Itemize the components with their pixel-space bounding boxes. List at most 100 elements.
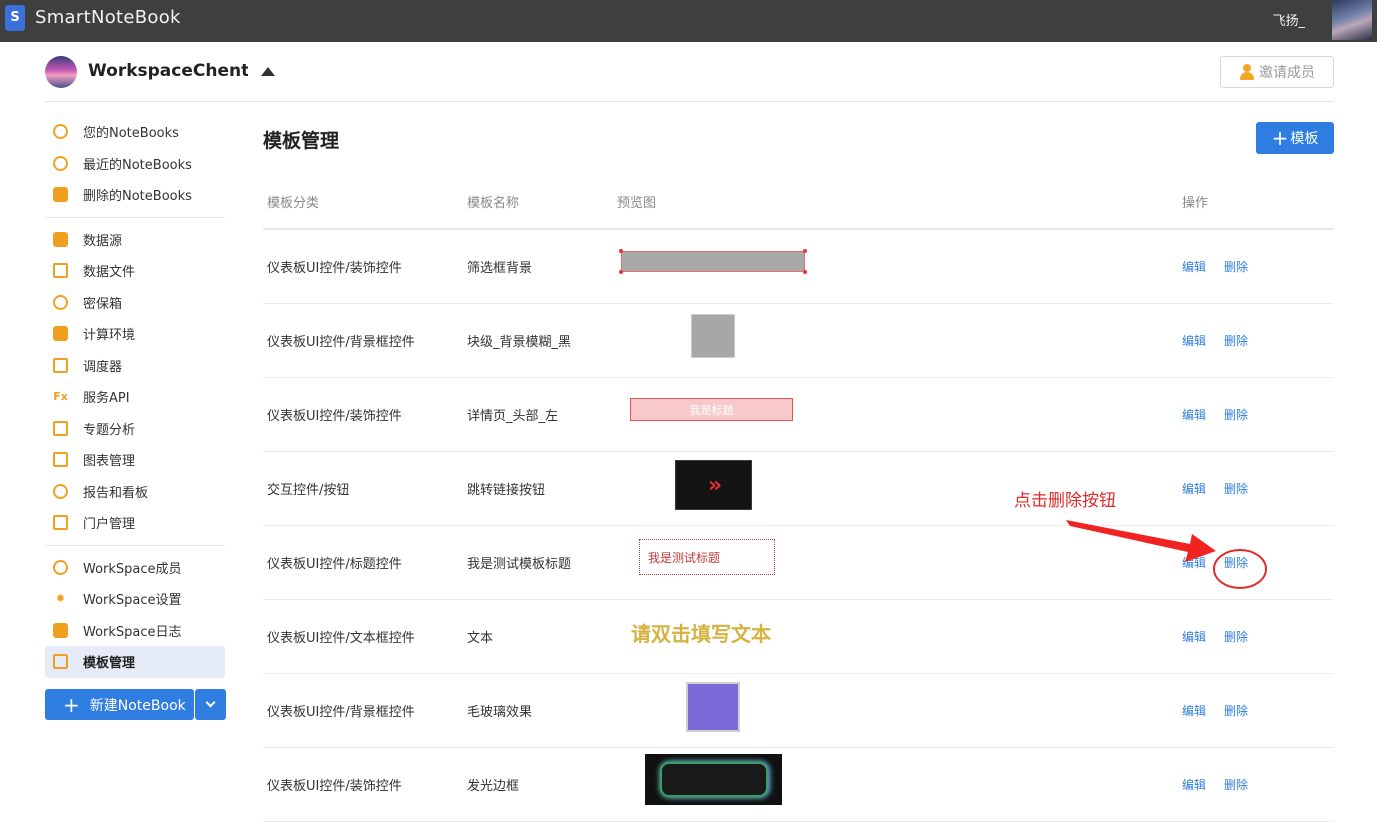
sidebar-item-scheduler[interactable]: 调度器	[45, 350, 225, 382]
trash-icon	[53, 187, 68, 203]
delete-button[interactable]: 删除	[1224, 702, 1248, 719]
row-actions: 编辑 删除	[1178, 628, 1334, 645]
page-title: 模板管理	[263, 130, 340, 152]
sidebar-item-service-api[interactable]: Fx 服务API	[45, 381, 225, 413]
new-notebook-button[interactable]: + 新建NoteBook	[45, 689, 194, 720]
delete-button[interactable]: 删除	[1224, 628, 1248, 645]
user-name[interactable]: 飞扬_	[1272, 10, 1305, 29]
template-preview-cell	[613, 230, 1178, 303]
sidebar-item-datafile[interactable]: 数据文件	[45, 255, 225, 287]
delete-button[interactable]: 删除	[1224, 776, 1248, 793]
workspace-name[interactable]: WorkspaceChentao	[88, 61, 248, 81]
sidebar-item-label: 调度器	[83, 359, 123, 375]
column-header-name: 模板名称	[467, 195, 520, 211]
presentation-icon	[53, 420, 68, 436]
monitor-icon	[53, 515, 68, 531]
template-name: 发光边框	[467, 779, 520, 794]
template-name: 文本	[467, 631, 494, 646]
sidebar-item-recent-notebooks[interactable]: 最近的NoteBooks	[45, 148, 225, 180]
sidebar-item-settings[interactable]: ✹ WorkSpace设置	[45, 583, 225, 615]
invite-member-button[interactable]: 邀请成员	[1220, 56, 1334, 88]
column-header-actions: 操作	[1182, 195, 1209, 211]
table-row: 仪表板UI控件/文本框控件 文本 请双击填写文本 编辑 删除	[263, 600, 1334, 674]
edit-button[interactable]: 编辑	[1182, 332, 1206, 349]
preview-detail-header: 我是标题	[630, 398, 793, 421]
sidebar-group-workspace: WorkSpace成员 ✹ WorkSpace设置 WorkSpace日志 模板…	[45, 552, 225, 684]
sidebar-item-reports[interactable]: 报告和看板	[45, 476, 225, 508]
user-icon	[53, 559, 68, 575]
gear-icon: ✹	[55, 592, 66, 606]
edit-button[interactable]: 编辑	[1182, 480, 1206, 497]
file-icon	[53, 263, 68, 279]
delete-button[interactable]: 删除	[1224, 480, 1248, 497]
template-icon	[53, 654, 68, 670]
add-template-button[interactable]: + 模板	[1256, 122, 1334, 154]
sidebar-item-members[interactable]: WorkSpace成员	[45, 552, 225, 584]
sidebar-item-deleted-notebooks[interactable]: 删除的NoteBooks	[45, 179, 225, 211]
calendar-icon	[53, 357, 68, 373]
table-row: 仪表板UI控件/装饰控件 发光边框 编辑 删除	[263, 748, 1334, 822]
sidebar-item-label: 服务API	[83, 391, 130, 407]
template-table: 模板分类 模板名称 预览图 操作 仪表板UI控件/装饰控件 筛选框背景 编辑 删…	[263, 174, 1334, 822]
edit-button[interactable]: 编辑	[1182, 406, 1206, 423]
edit-button[interactable]: 编辑	[1182, 258, 1206, 275]
sidebar-item-datasource[interactable]: 数据源	[45, 224, 225, 256]
sidebar-item-label: WorkSpace成员	[83, 561, 182, 577]
app-title[interactable]: SmartNoteBook	[35, 7, 181, 28]
row-actions: 编辑 删除	[1178, 776, 1334, 793]
table-row: 交互控件/按钮 跳转链接按钮 » 编辑 删除	[263, 452, 1334, 526]
column-header-preview: 预览图	[617, 195, 657, 211]
corner-dot	[619, 249, 623, 253]
delete-button[interactable]: 删除	[1224, 406, 1248, 423]
table-row: 仪表板UI控件/背景框控件 块级_背景模糊_黑 编辑 删除	[263, 304, 1334, 378]
database-icon	[53, 231, 68, 247]
sidebar-item-analysis[interactable]: 专题分析	[45, 413, 225, 445]
sidebar-item-logs[interactable]: WorkSpace日志	[45, 615, 225, 647]
edit-button[interactable]: 编辑	[1182, 628, 1206, 645]
template-name: 详情页_头部_左	[467, 409, 559, 424]
edit-button[interactable]: 编辑	[1182, 776, 1206, 793]
sidebar-item-templates[interactable]: 模板管理	[45, 646, 225, 678]
user-icon	[1239, 64, 1255, 80]
new-notebook-dropdown-button[interactable]	[195, 689, 226, 720]
sidebar: 您的NoteBooks 最近的NoteBooks 删除的NoteBooks 数据…	[45, 116, 225, 690]
sidebar-item-label: 门户管理	[83, 517, 136, 533]
delete-button[interactable]: 删除	[1224, 332, 1248, 349]
sidebar-item-vault[interactable]: 密保箱	[45, 287, 225, 319]
delete-button[interactable]: 删除	[1224, 258, 1248, 275]
template-category: 仪表板UI控件/文本框控件	[267, 631, 415, 646]
delete-button[interactable]: 删除	[1224, 554, 1248, 571]
compute-icon	[53, 326, 68, 342]
table-row: 仪表板UI控件/装饰控件 详情页_头部_左 我是标题 编辑 删除	[263, 378, 1334, 452]
user-avatar[interactable]	[1332, 0, 1372, 40]
preview-glow-border	[645, 754, 782, 805]
template-category: 仪表板UI控件/背景框控件	[267, 705, 415, 720]
corner-dot	[619, 270, 623, 274]
dashboard-icon	[53, 483, 68, 499]
app-logo-icon[interactable]: S	[5, 5, 25, 31]
sidebar-item-compute[interactable]: 计算环境	[45, 318, 225, 350]
template-name: 块级_背景模糊_黑	[467, 335, 572, 350]
log-icon	[53, 622, 68, 638]
notebook-icon	[53, 124, 68, 140]
preview-text-box: 请双击填写文本	[631, 622, 771, 646]
sidebar-item-label: 密保箱	[83, 296, 123, 312]
sidebar-item-label: 专题分析	[83, 422, 136, 438]
template-category: 仪表板UI控件/背景框控件	[267, 335, 415, 350]
preview-frosted-glass	[686, 682, 740, 732]
shield-icon	[53, 294, 68, 310]
sidebar-item-label: WorkSpace设置	[83, 593, 182, 609]
edit-button[interactable]: 编辑	[1182, 702, 1206, 719]
plus-icon: +	[63, 692, 80, 717]
preview-filter-background	[619, 249, 807, 274]
workspace-switch-caret-icon[interactable]	[261, 67, 275, 76]
sidebar-item-portal[interactable]: 门户管理	[45, 507, 225, 539]
edit-button[interactable]: 编辑	[1182, 554, 1206, 571]
header-divider	[45, 101, 1334, 102]
corner-dot	[803, 249, 807, 253]
sidebar-item-label: 您的NoteBooks	[83, 126, 179, 142]
sidebar-item-charts[interactable]: 图表管理	[45, 444, 225, 476]
template-name: 跳转链接按钮	[467, 483, 546, 498]
sidebar-item-label: 数据文件	[83, 265, 136, 281]
sidebar-item-my-notebooks[interactable]: 您的NoteBooks	[45, 116, 225, 148]
